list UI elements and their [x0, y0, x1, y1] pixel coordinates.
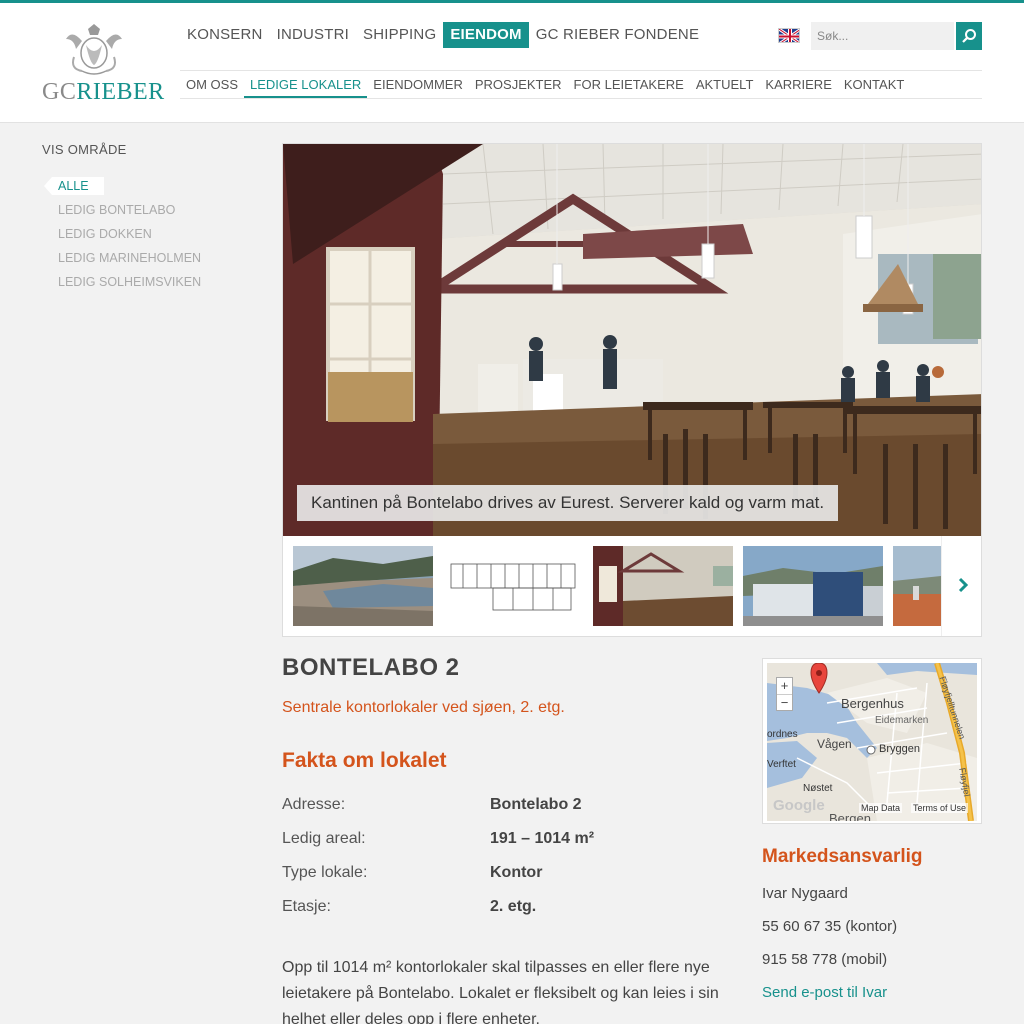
map-label-nordnes: ordnes [767, 729, 798, 740]
map-label-bergenhus: Bergenhus [841, 696, 904, 711]
chevron-right-icon [958, 577, 969, 593]
hero-caption: Kantinen på Bontelabo drives av Eurest. … [297, 485, 839, 521]
search-input[interactable] [811, 22, 954, 50]
map-label-verftet: Verftet [767, 759, 796, 770]
sub-nav-prosjekter[interactable]: PROSJEKTER [469, 76, 568, 98]
search-icon [962, 29, 976, 43]
nav-divider [180, 98, 982, 99]
area-item-alle[interactable]: ALLE [42, 177, 242, 201]
contact-heading: Markedsansvarlig [762, 846, 923, 867]
google-logo: Google [773, 797, 825, 814]
map-data-credit: Map Data [859, 803, 903, 813]
logo-text-rieber: RIEBER [76, 79, 165, 105]
city-aerial-thumbnail[interactable] [293, 546, 433, 626]
fact-label: Etasje: [282, 898, 331, 915]
building-thumbnail[interactable] [743, 546, 883, 626]
crest-icon [66, 24, 122, 75]
sub-nav-kontakt[interactable]: KONTAKT [838, 76, 910, 98]
main-nav-konsern[interactable]: KONSERN [180, 22, 270, 48]
area-item-label: LEDIG MARINEHOLMEN [58, 251, 202, 265]
sub-nav-ledige-lokaler[interactable]: LEDIGE LOKALER [244, 76, 368, 98]
area-list: ALLE LEDIG BONTELABO LEDIG DOKKEN LEDIG … [42, 177, 242, 297]
floor-plan-thumbnail[interactable] [443, 546, 583, 626]
logo-text-gc: GC [42, 79, 77, 105]
sub-nav-for-leietakere[interactable]: FOR LEIETAKERE [568, 76, 690, 98]
map-terms-link[interactable]: Terms of Use [911, 803, 969, 813]
map-label-nostet: Nøstet [803, 783, 833, 794]
site-header: GCRIEBER KONSERN INDUSTRI SHIPPING EIEND… [0, 3, 1024, 123]
listing-title: BONTELABO 2 [282, 654, 460, 681]
zoom-out-button[interactable]: − [777, 694, 792, 710]
fact-value: Kontor [490, 864, 543, 881]
area-item-label: LEDIG BONTELABO [58, 203, 176, 217]
fact-label: Ledig areal: [282, 830, 366, 847]
location-map[interactable]: Bergenhus Eidemarken ordnes Vågen Brygge… [762, 658, 982, 824]
area-item-ledig-dokken[interactable]: LEDIG DOKKEN [42, 225, 242, 249]
area-item-label: ALLE [58, 179, 89, 193]
fact-value: 191 – 1014 m² [490, 830, 595, 847]
contact-phone-mobile: 915 58 778 (mobil) [762, 951, 888, 968]
area-item-label: LEDIG DOKKEN [58, 227, 152, 241]
image-gallery: Kantinen på Bontelabo drives av Eurest. … [282, 143, 982, 637]
sidebar-title: VIS OMRÅDE [42, 142, 127, 157]
harbor-thumbnail[interactable] [893, 546, 941, 626]
map-label-bryggen: Bryggen [879, 743, 920, 755]
area-filter-sidebar: VIS OMRÅDE ALLE LEDIG BONTELABO LEDIG DO… [42, 142, 242, 297]
map-label-vagen: Vågen [817, 737, 852, 751]
gallery-next-button[interactable] [941, 536, 981, 636]
map-label-eidemarken: Eidemarken [875, 715, 929, 726]
search-button[interactable] [956, 22, 982, 50]
hero-image[interactable]: Kantinen på Bontelabo drives av Eurest. … [283, 144, 981, 536]
sub-nav: OM OSS LEDIGE LOKALER EIENDOMMER PROSJEK… [180, 76, 910, 100]
facts-heading: Fakta om lokalet [282, 749, 447, 772]
nav-divider [180, 70, 982, 71]
thumbnail-strip [283, 536, 981, 636]
fact-value: Bontelabo 2 [490, 796, 582, 813]
area-item-ledig-marineholmen[interactable]: LEDIG MARINEHOLMEN [42, 249, 242, 273]
listing-description: Opp til 1014 m² kontorlokaler skal tilpa… [282, 959, 719, 1024]
sub-nav-karriere[interactable]: KARRIERE [759, 76, 837, 98]
main-nav-gc-rieber-fondene[interactable]: GC RIEBER FONDENE [529, 22, 706, 48]
map-canvas[interactable]: Bergenhus Eidemarken ordnes Vågen Brygge… [767, 663, 977, 821]
main-nav-shipping[interactable]: SHIPPING [356, 22, 443, 48]
zoom-in-button[interactable]: + [777, 678, 792, 694]
main-nav-eiendom[interactable]: EIENDOM [443, 22, 529, 48]
fact-value: 2. etg. [490, 898, 537, 915]
sub-nav-om-oss[interactable]: OM OSS [180, 76, 244, 98]
logo[interactable]: GCRIEBER [40, 23, 164, 105]
map-zoom-control: + − [776, 677, 793, 711]
area-item-ledig-bontelabo[interactable]: LEDIG BONTELABO [42, 201, 242, 225]
fact-label: Type lokale: [282, 864, 368, 881]
send-email-link[interactable]: Send e-post til Ivar [762, 984, 887, 1001]
logo-text: GCRIEBER [42, 79, 165, 106]
contact-name: Ivar Nygaard [762, 885, 848, 902]
sub-nav-eiendommer[interactable]: EIENDOMMER [367, 76, 469, 98]
area-item-ledig-solheimsviken[interactable]: LEDIG SOLHEIMSVIKEN [42, 273, 242, 297]
main-nav-industri[interactable]: INDUSTRI [270, 22, 356, 48]
contact-phone-office: 55 60 67 35 (kontor) [762, 918, 898, 935]
main-nav: KONSERN INDUSTRI SHIPPING EIENDOM GC RIE… [180, 22, 706, 50]
area-item-label: LEDIG SOLHEIMSVIKEN [58, 275, 202, 289]
listing-subtitle: Sentrale kontorlokaler ved sjøen, 2. etg… [282, 699, 565, 716]
sub-nav-aktuelt[interactable]: AKTUELT [690, 76, 760, 98]
canteen-thumbnail[interactable] [593, 546, 733, 626]
fact-label: Adresse: [282, 796, 346, 813]
english-flag-icon[interactable] [778, 28, 800, 43]
